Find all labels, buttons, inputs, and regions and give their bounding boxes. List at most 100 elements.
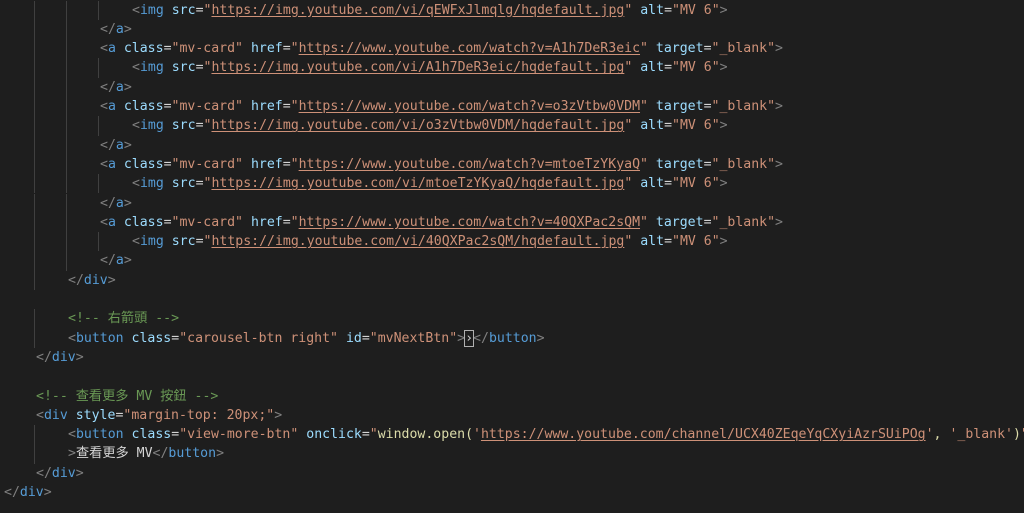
code-token-attr: src	[171, 60, 196, 76]
code-token-str: "carousel-btn right"	[179, 330, 338, 346]
code-token-tag: >	[123, 137, 132, 153]
code-token-name: a	[107, 99, 116, 114]
code-token-tag: <	[100, 214, 108, 230]
code-line[interactable]: <!-- 右箭頭 -->	[0, 309, 179, 328]
code-token-js: window.open(	[377, 427, 474, 443]
code-token-attr: class	[123, 214, 164, 230]
code-line[interactable]: </a>	[0, 194, 132, 213]
code-line[interactable]: <div style="margin-top: 20px;">	[0, 406, 282, 425]
code-line[interactable]: </a>	[0, 20, 132, 39]
code-token-text: =	[195, 118, 204, 134]
code-token-str: "_blank"	[711, 156, 776, 172]
code-token-attr: alt	[640, 234, 665, 250]
code-line[interactable]: </a>	[0, 136, 132, 155]
code-token-str: "mv-card"	[171, 99, 243, 114]
code-line[interactable]: <button class="view-more-btn" onclick="w…	[0, 425, 1024, 444]
code-line[interactable]: <button class="carousel-btn right" id="m…	[0, 329, 545, 348]
code-token-text: =	[163, 99, 172, 114]
code-token-name: a	[115, 195, 124, 211]
code-token-url: https://www.youtube.com/watch?v=40QXPac2…	[298, 214, 641, 230]
code-line[interactable]: <img src="https://img.youtube.com/vi/qEW…	[0, 1, 728, 20]
code-token-tag: >	[775, 99, 783, 114]
code-token-attr: src	[171, 2, 196, 18]
code-line[interactable]	[0, 367, 4, 386]
code-token-attr: target	[655, 99, 704, 114]
code-token-text: =	[664, 60, 673, 76]
code-line[interactable]: <img src="https://img.youtube.com/vi/o3z…	[0, 116, 728, 135]
code-token-attr: src	[171, 234, 196, 250]
code-token-text: =	[282, 41, 291, 57]
code-token-tag: >	[457, 330, 466, 346]
code-token-text: =	[195, 2, 204, 18]
code-line[interactable]: <img src="https://img.youtube.com/vi/40Q…	[0, 232, 728, 251]
code-token-name: a	[115, 253, 124, 269]
code-token-tag: >	[43, 485, 52, 500]
code-token-tag: </	[100, 137, 116, 153]
code-token-tag: <	[132, 234, 140, 250]
code-token-attr: alt	[640, 118, 665, 134]
code-token-text: =	[703, 214, 712, 230]
code-token-name: img	[139, 118, 164, 134]
code-token-tag: >	[123, 253, 132, 269]
code-token-str: "mvNextBtn"	[369, 330, 458, 346]
code-token-tag: >	[274, 407, 283, 423]
code-token-url: https://img.youtube.com/vi/qEWFxJlmqlg/h…	[211, 2, 625, 18]
code-line[interactable]: <a class="mv-card" href="https://www.you…	[0, 155, 783, 174]
code-line[interactable]: <img src="https://img.youtube.com/vi/A1h…	[0, 58, 728, 77]
code-token-js: ,	[933, 427, 950, 443]
code-token-str: "MV 6"	[672, 234, 720, 250]
code-line[interactable]: </div>	[0, 483, 52, 502]
code-token-str: "MV 6"	[672, 118, 720, 134]
code-token-name: div	[43, 407, 68, 423]
code-token-name: a	[115, 79, 124, 95]
code-token-tag: <	[68, 330, 76, 346]
code-line[interactable]: <a class="mv-card" href="https://www.you…	[0, 97, 783, 116]
code-token-tag: >	[75, 349, 84, 365]
code-token-text: =	[703, 41, 712, 57]
code-token-text: =	[664, 118, 673, 134]
code-editor[interactable]: <img src="https://img.youtube.com/vi/qEW…	[0, 0, 1024, 513]
code-line[interactable]: </a>	[0, 251, 132, 270]
code-token-str: "	[290, 99, 299, 114]
code-line[interactable]: <a class="mv-card" href="https://www.you…	[0, 39, 783, 58]
code-token-js: )	[1012, 427, 1021, 443]
code-token-tag: >	[107, 272, 116, 288]
code-token-str: "	[290, 41, 299, 57]
code-token-str: "_blank"	[711, 99, 776, 114]
code-token-text: =	[163, 156, 172, 172]
code-token-tag: <	[36, 407, 44, 423]
code-token-jsstr: '	[473, 427, 481, 443]
code-token-str: "	[640, 156, 648, 172]
code-token-tag: </	[100, 79, 116, 95]
code-token-text: =	[195, 176, 204, 192]
code-token-name: button	[75, 330, 124, 346]
code-token-tag: >	[775, 156, 783, 172]
code-token-name: button	[168, 446, 217, 462]
code-line[interactable]: </div>	[0, 271, 116, 290]
code-line[interactable]: <a class="mv-card" href="https://www.you…	[0, 213, 783, 232]
code-token-tag: >	[123, 21, 132, 37]
code-line[interactable]	[0, 290, 4, 309]
code-line[interactable]: <img src="https://img.youtube.com/vi/mto…	[0, 174, 728, 193]
code-line[interactable]: </div>	[0, 464, 84, 483]
code-token-name: img	[139, 234, 164, 250]
code-line[interactable]: </a>	[0, 78, 132, 97]
code-token-attr: class	[123, 41, 164, 57]
code-line[interactable]: <!-- 查看更多 MV 按鈕 -->	[0, 387, 218, 406]
code-token-str: "MV 6"	[672, 2, 720, 18]
code-token-text: =	[171, 427, 180, 443]
code-line[interactable]: >查看更多 MV</button>	[0, 444, 224, 463]
code-token-str: "margin-top: 20px;"	[123, 407, 275, 423]
code-token-tag: <	[132, 176, 140, 192]
code-token-attr: src	[171, 176, 196, 192]
code-line[interactable]: </div>	[0, 348, 84, 367]
code-token-tag: >	[68, 446, 76, 462]
